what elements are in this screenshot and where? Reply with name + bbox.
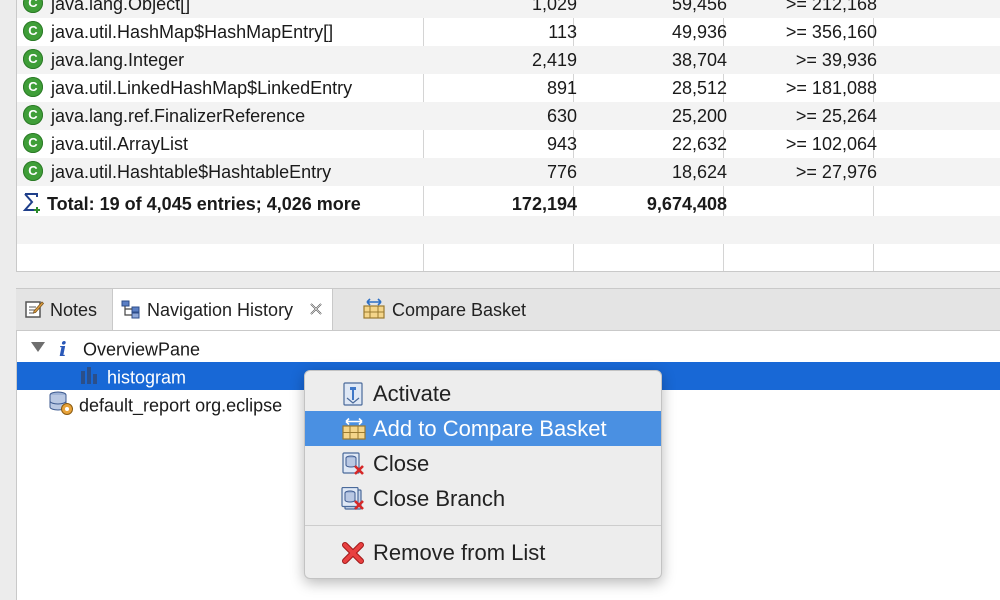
- table-row[interactable]: Cjava.util.Hashtable$HashtableEntry 776 …: [17, 158, 1000, 186]
- menu-item-label: Activate: [373, 381, 452, 406]
- objects-cell: 630: [546, 106, 577, 126]
- shallow-heap-cell: 18,624: [671, 162, 727, 182]
- tree-node-overview-pane[interactable]: i OverviewPane: [17, 334, 1000, 362]
- retained-heap-cell: >= 356,160: [785, 22, 877, 42]
- menu-item-activate[interactable]: Activate: [305, 376, 661, 411]
- class-icon: C: [23, 77, 43, 98]
- table-row[interactable]: Cjava.util.LinkedHashMap$LinkedEntry 891…: [17, 74, 1000, 102]
- close-icon: [342, 452, 364, 475]
- shallow-heap-cell: 38,704: [671, 50, 727, 70]
- compare-basket-icon: [363, 298, 385, 319]
- notes-icon: [25, 301, 45, 318]
- objects-cell: 891: [546, 78, 577, 98]
- close-branch-icon: [341, 487, 364, 510]
- view-tab-strip: Notes Navigation History Compare Basket: [16, 288, 1000, 332]
- table-row[interactable]: Cjava.util.HashMap$HashMapEntry[] 113 49…: [17, 18, 1000, 46]
- class-icon: C: [23, 21, 43, 42]
- histogram-icon: [81, 367, 97, 385]
- activate-icon: [343, 382, 363, 406]
- menu-item-label: Close Branch: [373, 486, 506, 511]
- report-icon: [49, 391, 73, 416]
- retained-heap-cell: >= 39,936: [795, 50, 877, 70]
- expand-triangle-icon[interactable]: [31, 342, 45, 353]
- objects-cell: 1,029: [531, 0, 577, 14]
- table-row[interactable]: Cjava.lang.Integer 2,419 38,704 >= 39,93…: [17, 46, 1000, 74]
- objects-cell: 113: [548, 22, 577, 42]
- menu-separator: [305, 525, 661, 526]
- sigma-icon: [22, 193, 40, 214]
- shallow-heap-cell: 25,200: [671, 106, 727, 126]
- class-name: java.util.ArrayList: [51, 134, 189, 154]
- class-icon: C: [23, 105, 43, 126]
- total-shallow-heap-cell: 9,674,408: [646, 194, 727, 214]
- objects-cell: 776: [546, 162, 577, 182]
- class-name: java.lang.Object[]: [51, 0, 191, 14]
- remove-icon: [342, 542, 364, 564]
- total-label: Total: 19 of 4,045 entries; 4,026 more: [47, 194, 361, 214]
- shallow-heap-cell: 22,632: [671, 134, 727, 154]
- retained-heap-cell: >= 27,976: [795, 162, 877, 182]
- menu-item-label: Remove from List: [373, 540, 546, 565]
- total-objects-cell: 172,194: [511, 194, 577, 214]
- objects-cell: 2,419: [531, 50, 577, 70]
- class-name: java.lang.ref.FinalizerReference: [51, 106, 306, 126]
- shallow-heap-cell: 49,936: [671, 22, 727, 42]
- context-menu: Activate Add to Compare Basket Close Clo…: [304, 370, 662, 579]
- shallow-heap-cell: 59,456: [671, 0, 727, 14]
- info-icon: i: [59, 337, 67, 362]
- tab-notes-label: Notes: [50, 300, 98, 320]
- tab-navigation-history[interactable]: Navigation History: [112, 289, 334, 332]
- retained-heap-cell: >= 181,088: [785, 78, 877, 98]
- shallow-heap-cell: 28,512: [671, 78, 727, 98]
- menu-item-remove-from-list[interactable]: Remove from List: [305, 535, 661, 570]
- retained-heap-cell: >= 102,064: [785, 134, 877, 154]
- retained-heap-cell: >= 212,168: [785, 0, 877, 14]
- total-row[interactable]: Total: 19 of 4,045 entries; 4,026 more 1…: [17, 190, 1000, 218]
- table-row: [17, 216, 1000, 244]
- table-row[interactable]: Cjava.util.ArrayList 943 22,632 >= 102,0…: [17, 130, 1000, 158]
- objects-cell: 943: [546, 134, 577, 154]
- tree-node-label: OverviewPane: [83, 339, 201, 360]
- class-name: java.lang.Integer: [51, 50, 185, 70]
- table-row[interactable]: Cjava.lang.Object[] 1,029 59,456 >= 212,…: [17, 0, 1000, 18]
- class-icon: C: [23, 133, 43, 154]
- tab-compare-basket-label: Compare Basket: [392, 300, 527, 320]
- menu-item-label: Add to Compare Basket: [373, 416, 607, 441]
- histogram-table: Cjava.lang.Object[] 1,029 59,456 >= 212,…: [16, 0, 1000, 272]
- menu-item-close[interactable]: Close: [305, 446, 661, 481]
- class-name: java.util.HashMap$HashMapEntry[]: [51, 22, 334, 42]
- class-icon: C: [23, 161, 43, 182]
- class-name: java.util.LinkedHashMap$LinkedEntry: [51, 78, 353, 98]
- close-tab-icon[interactable]: [308, 301, 324, 317]
- menu-item-close-branch[interactable]: Close Branch: [305, 481, 661, 516]
- tree-node-label: default_report org.eclipse: [79, 395, 283, 416]
- class-name: java.util.Hashtable$HashtableEntry: [51, 162, 332, 182]
- table-row[interactable]: Cjava.lang.ref.FinalizerReference 630 25…: [17, 102, 1000, 130]
- tab-notes[interactable]: Notes: [16, 289, 105, 331]
- tab-navigation-history-label: Navigation History: [147, 300, 294, 320]
- retained-heap-cell: >= 25,264: [795, 106, 877, 126]
- navigation-history-icon: [121, 300, 140, 319]
- class-icon: C: [23, 49, 43, 70]
- compare-basket-icon: [342, 417, 366, 440]
- tab-compare-basket[interactable]: Compare Basket: [354, 289, 534, 331]
- menu-item-add-to-compare-basket[interactable]: Add to Compare Basket: [305, 411, 661, 446]
- menu-item-label: Close: [373, 451, 430, 476]
- tree-node-label: histogram: [107, 367, 187, 388]
- class-icon: C: [23, 0, 43, 14]
